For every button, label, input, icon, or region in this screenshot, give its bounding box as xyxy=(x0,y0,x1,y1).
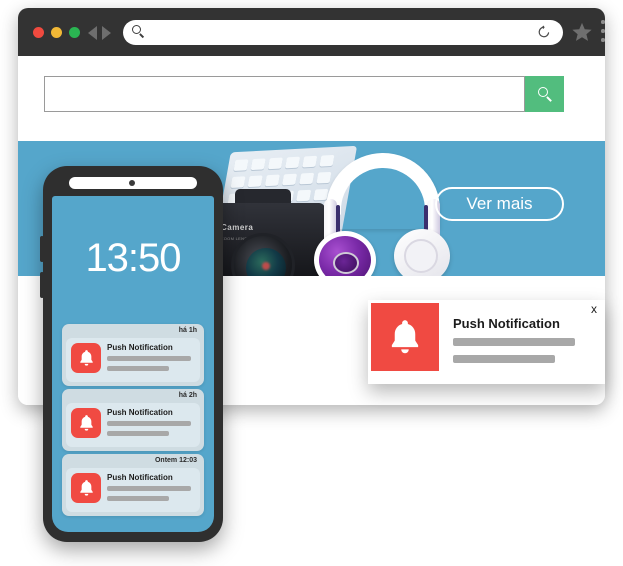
search-button[interactable] xyxy=(525,76,564,112)
notification-time: há 1h xyxy=(178,327,197,334)
phone-mockup: 13:50 há 1h Push Notification há 2h Push… xyxy=(40,166,223,542)
notification-body-line xyxy=(107,421,191,426)
camera-brand-label: Camera xyxy=(221,223,254,232)
site-search-row xyxy=(44,76,584,112)
nav-forward-icon[interactable] xyxy=(102,26,111,40)
popup-body-line xyxy=(453,338,575,346)
phone-volume-up-button[interactable] xyxy=(40,236,44,262)
popup-title: Push Notification xyxy=(453,316,560,331)
close-icon[interactable]: x xyxy=(591,302,597,316)
ver-mais-button[interactable]: Ver mais xyxy=(435,187,564,221)
notification-card[interactable]: há 1h Push Notification xyxy=(62,324,204,386)
three-dots-vertical-icon[interactable] xyxy=(601,20,605,44)
notification-time: há 2h xyxy=(178,392,197,399)
notification-time: Ontem 12:03 xyxy=(154,457,197,464)
notification-body-line xyxy=(107,431,169,436)
popup-body-line xyxy=(453,355,555,363)
notification-title: Push Notification xyxy=(107,473,173,482)
phone-screen: 13:50 há 1h Push Notification há 2h Push… xyxy=(52,196,214,532)
bell-icon xyxy=(71,343,101,373)
notification-body-line xyxy=(107,366,169,371)
window-minimize-button[interactable] xyxy=(51,27,62,38)
push-notification-popup[interactable]: Push Notification x xyxy=(368,300,605,384)
search-icon xyxy=(132,25,146,39)
star-icon[interactable] xyxy=(571,21,593,43)
notification-body-line xyxy=(107,486,191,491)
window-close-button[interactable] xyxy=(33,27,44,38)
reload-icon[interactable] xyxy=(537,25,551,39)
bell-icon xyxy=(371,303,439,371)
nav-back-icon[interactable] xyxy=(88,26,97,40)
notification-body-line xyxy=(107,356,191,361)
bell-icon xyxy=(71,408,101,438)
window-maximize-button[interactable] xyxy=(69,27,80,38)
notification-card[interactable]: Ontem 12:03 Push Notification xyxy=(62,454,204,516)
phone-clock: 13:50 xyxy=(85,236,181,280)
notification-title: Push Notification xyxy=(107,408,173,417)
phone-volume-down-button[interactable] xyxy=(40,272,44,298)
search-input[interactable] xyxy=(44,76,525,112)
phone-camera-icon xyxy=(129,180,135,186)
notification-title: Push Notification xyxy=(107,343,173,352)
headphones-illustration xyxy=(308,153,458,276)
notification-card[interactable]: há 2h Push Notification xyxy=(62,389,204,451)
address-bar[interactable] xyxy=(123,20,563,45)
browser-toolbar xyxy=(18,8,605,56)
bell-icon xyxy=(71,473,101,503)
notification-body-line xyxy=(107,496,169,501)
